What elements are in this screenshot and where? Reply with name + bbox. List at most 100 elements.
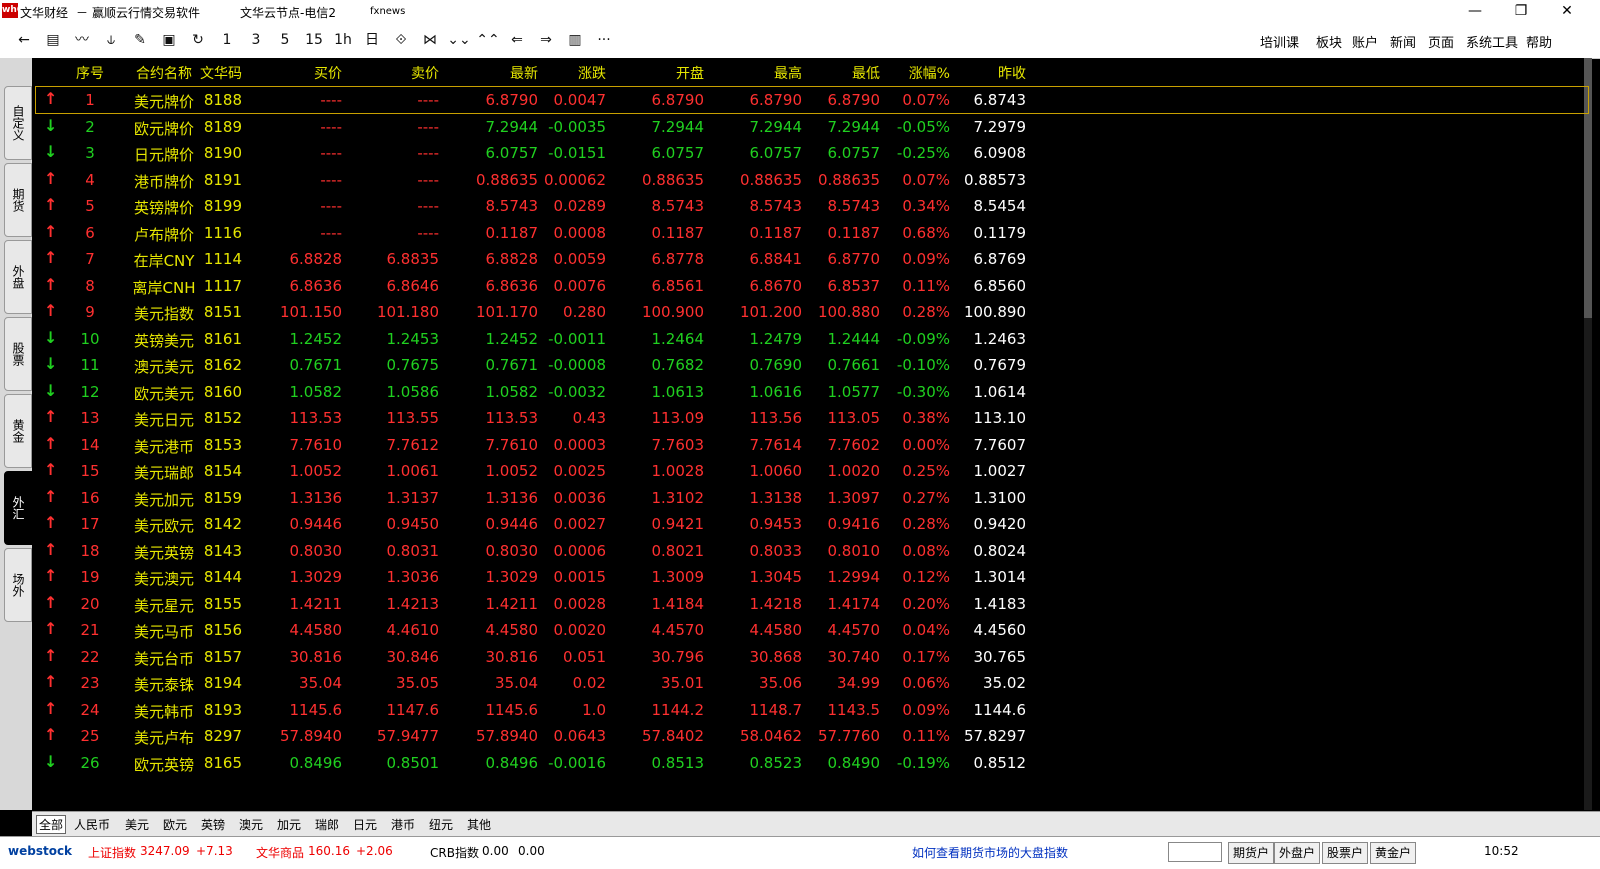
- list-icon[interactable]: ▤: [41, 30, 65, 50]
- maximize-button[interactable]: ❐: [1498, 0, 1544, 22]
- table-row[interactable]: ↑ 22 美元台币 8157 30.816 30.846 30.816 0.051 30.796…: [36, 644, 1046, 670]
- table-row[interactable]: ↓ 26 欧元英镑 8165 0.8496 0.8501 0.8496 -0.0016 0.85…: [36, 750, 1046, 776]
- cell-code: 8160: [203, 382, 242, 401]
- column-header-open[interactable]: 开盘: [614, 63, 704, 83]
- table-row[interactable]: ↑ 13 美元日元 8152 113.53 113.55 113.53 0.43 113.09 1…: [36, 405, 1046, 431]
- table-row[interactable]: ↓ 10 英镑美元 8161 1.2452 1.2453 1.2452 -0.0011 1.24…: [36, 326, 1046, 352]
- refresh-icon[interactable]: ↻: [186, 30, 210, 50]
- line-chart-icon[interactable]: 〰: [70, 30, 94, 50]
- filter-tab-6[interactable]: 加元: [277, 816, 301, 833]
- table-row[interactable]: ↓ 2 欧元牌价 8189 ---- ---- 7.2944 -0.0035 7.2944 7.2…: [36, 114, 1046, 140]
- table-row[interactable]: ↑ 8 离岸CNH 1117 6.8636 6.8646 6.8636 0.0076 6.856…: [36, 273, 1046, 299]
- column-header-code[interactable]: 文华码: [182, 63, 242, 83]
- table-row[interactable]: ↑ 20 美元星元 8155 1.4211 1.4213 1.4211 0.0028 1.418…: [36, 591, 1046, 617]
- menu-0[interactable]: 培训课: [1260, 32, 1299, 51]
- news-source[interactable]: fxnews: [370, 6, 405, 17]
- table-row[interactable]: ↓ 11 澳元美元 8162 0.7671 0.7675 0.7671 -0.0008 0.76…: [36, 352, 1046, 378]
- column-header-prev[interactable]: 昨收: [936, 63, 1026, 83]
- filter-tab-0[interactable]: 全部: [36, 815, 67, 834]
- sidebar-tab-4[interactable]: 黄金: [4, 394, 32, 468]
- menu-1[interactable]: 板块: [1316, 32, 1342, 51]
- help-hint-link[interactable]: 如何查看期货市场的大盘指数: [912, 844, 1068, 861]
- menu-6[interactable]: 帮助: [1526, 32, 1552, 51]
- collapse-down-icon[interactable]: ⌄⌄: [447, 30, 471, 50]
- close-button[interactable]: ✕: [1544, 0, 1590, 22]
- next-icon[interactable]: ⇒: [534, 30, 558, 50]
- table-row[interactable]: ↑ 17 美元欧元 8142 0.9446 0.9450 0.9446 0.0027 0.942…: [36, 511, 1046, 537]
- more-icon[interactable]: ···: [592, 30, 616, 50]
- vertical-scrollbar[interactable]: [1584, 58, 1592, 810]
- expand-up-icon[interactable]: ⌃⌃: [476, 30, 500, 50]
- column-header-ask[interactable]: 卖价: [349, 63, 439, 83]
- cell-code: 8154: [203, 462, 242, 480]
- period-1h-button[interactable]: 1h: [331, 30, 355, 50]
- table-row[interactable]: ↑ 23 美元泰铢 8194 35.04 35.05 35.04 0.02 35.01 35.06…: [36, 670, 1046, 696]
- table-row[interactable]: ↑ 18 美元英镑 8143 0.8030 0.8031 0.8030 0.0006 0.802…: [36, 538, 1046, 564]
- sidebar-tab-1[interactable]: 期货: [4, 163, 32, 237]
- save-icon[interactable]: ▣: [157, 30, 181, 50]
- table-row[interactable]: ↓ 12 欧元美元 8160 1.0582 1.0586 1.0582 -0.0032 1.06…: [36, 379, 1046, 405]
- zoom-in-icon[interactable]: ⟐: [389, 30, 413, 50]
- back-icon[interactable]: ←: [12, 30, 36, 50]
- sidebar-tab-6[interactable]: 场外: [4, 548, 32, 622]
- column-header-last[interactable]: 最新: [448, 63, 538, 83]
- period-3m-button[interactable]: 3: [244, 30, 268, 50]
- period-day-button[interactable]: 日: [360, 30, 384, 50]
- column-header-low[interactable]: 最低: [790, 63, 880, 83]
- column-header-high[interactable]: 最高: [712, 63, 802, 83]
- filter-tab-2[interactable]: 美元: [125, 816, 149, 833]
- column-header-no[interactable]: 序号: [75, 63, 105, 83]
- sidebar-tab-5[interactable]: 外汇: [4, 471, 32, 545]
- menu-2[interactable]: 账户: [1352, 32, 1378, 51]
- table-row[interactable]: ↑ 21 美元马币 8156 4.4580 4.4610 4.4580 0.0020 4.457…: [36, 617, 1046, 643]
- server-node[interactable]: 文华云节点-电信2: [240, 4, 336, 21]
- table-row[interactable]: ↑ 9 美元指数 8151 101.150 101.180 101.170 0.280 100.…: [36, 299, 1046, 325]
- filter-tab-1[interactable]: 人民币: [74, 816, 110, 833]
- table-row[interactable]: ↑ 4 港币牌价 8191 ---- ---- 0.88635 0.00062 0.88635 0…: [36, 167, 1046, 193]
- sidebar-tab-2[interactable]: 外盘: [4, 240, 32, 314]
- menu-3[interactable]: 新闻: [1390, 32, 1416, 51]
- layout-icon[interactable]: ▥: [563, 30, 587, 50]
- futures-account-button[interactable]: 期货户: [1228, 842, 1275, 864]
- table-row[interactable]: ↑ 15 美元瑞郎 8154 1.0052 1.0061 1.0052 0.0025 1.002…: [36, 458, 1046, 484]
- table-row[interactable]: ↑ 1 美元牌价 8188 ---- ---- 6.8790 0.0047 6.8790 6.87…: [35, 86, 1589, 114]
- filter-tab-10[interactable]: 纽元: [429, 816, 453, 833]
- kline-icon[interactable]: ⫝: [99, 30, 123, 50]
- table-row[interactable]: ↑ 5 英镑牌价 8199 ---- ---- 8.5743 0.0289 8.5743 8.57…: [36, 193, 1046, 219]
- cell-no: 12: [80, 382, 100, 401]
- prev-icon[interactable]: ⇐: [505, 30, 529, 50]
- table-row[interactable]: ↑ 16 美元加元 8159 1.3136 1.3137 1.3136 0.0036 1.310…: [36, 485, 1046, 511]
- menu-5[interactable]: 系统工具: [1466, 32, 1518, 51]
- period-1m-button[interactable]: 1: [215, 30, 239, 50]
- filter-tab-4[interactable]: 英镑: [201, 816, 225, 833]
- table-row[interactable]: ↑ 24 美元韩币 8193 1145.6 1147.6 1145.6 1.0 1144.2 11…: [36, 697, 1046, 723]
- draw-icon[interactable]: ✎: [128, 30, 152, 50]
- filter-tab-5[interactable]: 澳元: [239, 816, 263, 833]
- table-row[interactable]: ↓ 3 日元牌价 8190 ---- ---- 6.0757 -0.0151 6.0757 6.0…: [36, 140, 1046, 166]
- gold-account-button[interactable]: 黄金户: [1370, 842, 1417, 864]
- overseas-account-button[interactable]: 外盘户: [1274, 842, 1321, 864]
- filter-tab-3[interactable]: 欧元: [163, 816, 187, 833]
- table-row[interactable]: ↑ 19 美元澳元 8144 1.3029 1.3036 1.3029 0.0015 1.300…: [36, 564, 1046, 590]
- filter-tab-11[interactable]: 其他: [467, 816, 491, 833]
- period-5m-button[interactable]: 5: [273, 30, 297, 50]
- table-row[interactable]: ↑ 7 在岸CNY 1114 6.8828 6.8835 6.8828 0.0059 6.877…: [36, 246, 1046, 272]
- menu-4[interactable]: 页面: [1428, 32, 1454, 51]
- filter-tab-9[interactable]: 港币: [391, 816, 415, 833]
- period-15m-button[interactable]: 15: [302, 30, 326, 50]
- zoom-out-icon[interactable]: ⋈: [418, 30, 442, 50]
- filter-tab-8[interactable]: 日元: [353, 816, 377, 833]
- app-logo-icon: wh6: [2, 3, 23, 18]
- wh-index-value: 160.16: [308, 844, 350, 858]
- sidebar-tab-0[interactable]: 自定义: [4, 86, 32, 160]
- stock-account-button[interactable]: 股票户: [1322, 842, 1369, 864]
- filter-tab-7[interactable]: 瑞郎: [315, 816, 339, 833]
- column-header-chg[interactable]: 涨跌: [536, 63, 606, 83]
- sidebar-tab-3[interactable]: 股票: [4, 317, 32, 391]
- search-input[interactable]: [1168, 842, 1222, 862]
- minimize-button[interactable]: —: [1452, 0, 1498, 22]
- table-row[interactable]: ↑ 14 美元港币 8153 7.7610 7.7612 7.7610 0.0003 7.760…: [36, 432, 1046, 458]
- table-row[interactable]: ↑ 25 美元卢布 8297 57.8940 57.9477 57.8940 0.0643 57…: [36, 723, 1046, 749]
- column-header-bid[interactable]: 买价: [252, 63, 342, 83]
- table-row[interactable]: ↑ 6 卢布牌价 1116 ---- ---- 0.1187 0.0008 0.1187 0.11…: [36, 220, 1046, 246]
